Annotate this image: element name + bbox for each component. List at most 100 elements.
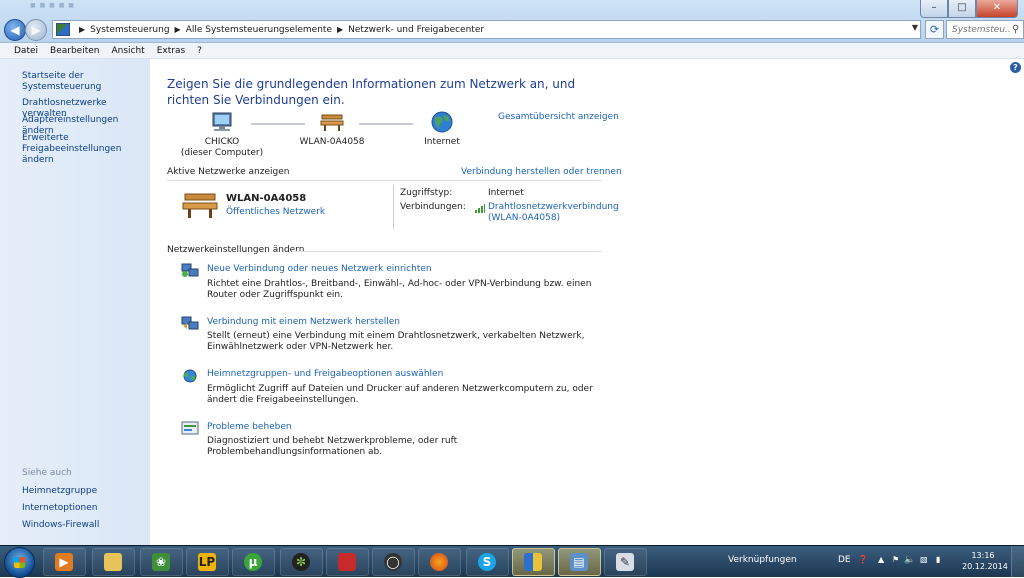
- taskbar-media-player[interactable]: ▶: [43, 548, 86, 576]
- connection-link-line2[interactable]: (WLAN-0A4058): [488, 213, 619, 224]
- globe-icon: [431, 111, 453, 133]
- ghosted-background-text: ■ ■ ■ ■ ■: [30, 2, 75, 9]
- task-new-connection-link[interactable]: Neue Verbindung oder neues Netzwerk einr…: [207, 264, 432, 275]
- volume-icon[interactable]: 🔈: [904, 555, 915, 565]
- network-node[interactable]: WLAN-0A4058: [295, 111, 369, 148]
- sidebar-item-freigabeeinstellungen[interactable]: Erweiterte Freigabeeinstellungen ändern: [22, 133, 142, 166]
- taskbar-app-swirl[interactable]: ✼: [280, 548, 323, 576]
- minimize-button[interactable]: –: [920, 0, 948, 18]
- refresh-button[interactable]: ⟳: [925, 20, 944, 39]
- full-map-link[interactable]: Gesamtübersicht anzeigen: [498, 112, 619, 123]
- flag-tray-icon[interactable]: ⚑: [892, 555, 899, 564]
- tray-expand-icon[interactable]: ▲: [878, 555, 884, 564]
- start-button[interactable]: [4, 547, 35, 578]
- taskbar-paint-tool[interactable]: ✎: [604, 548, 647, 576]
- menu-extras[interactable]: Extras: [151, 46, 191, 56]
- network-signal-icon[interactable]: ▧: [920, 555, 928, 564]
- taskbar-firefox[interactable]: [418, 548, 461, 576]
- taskbar-book[interactable]: [326, 548, 369, 576]
- task-connect-network-link[interactable]: Verbindung mit einem Netzwerk herstellen: [207, 317, 400, 328]
- task-homegroup-link[interactable]: Heimnetzgruppen- und Freigabeoptionen au…: [207, 369, 443, 380]
- taskbar-paint[interactable]: ❀: [140, 548, 183, 576]
- connect-disconnect-link[interactable]: Verbindung herstellen oder trennen: [461, 167, 622, 178]
- breadcrumb-systemsteuerung[interactable]: Systemsteuerung: [90, 25, 169, 35]
- clock-date: 20.12.2014: [962, 562, 1008, 571]
- computer-subtitle: (dieser Computer): [180, 148, 264, 158]
- windows-logo-icon: [14, 557, 25, 568]
- active-network-name: WLAN-0A4058: [226, 193, 307, 204]
- utorrent-icon: μ: [244, 553, 262, 571]
- lp-icon: LP: [198, 553, 216, 571]
- book-icon: [338, 553, 356, 571]
- back-arrow-icon: ◀: [10, 23, 20, 37]
- bench-icon: [320, 114, 344, 131]
- palette-icon: ✎: [616, 553, 634, 571]
- computer-icon: [212, 112, 232, 131]
- menu-bearbeiten[interactable]: Bearbeiten: [44, 46, 105, 56]
- taskbar-utorrent[interactable]: μ: [232, 548, 275, 576]
- back-button[interactable]: ◀: [4, 19, 26, 41]
- search-box[interactable]: ⚲: [946, 20, 1024, 39]
- language-indicator[interactable]: DE: [838, 555, 851, 565]
- chevron-down-icon[interactable]: ▼: [912, 23, 918, 32]
- computer-name: CHICKO: [204, 137, 240, 147]
- menu-help[interactable]: ?: [191, 46, 208, 56]
- show-desktop-button[interactable]: [1011, 546, 1024, 577]
- taskbar-explorer[interactable]: [92, 548, 135, 576]
- search-icon[interactable]: ⚲: [1012, 24, 1019, 35]
- connection-link-line1[interactable]: Drahtlosnetzwerkverbindung: [488, 202, 619, 213]
- connections-label: Verbindungen:: [400, 202, 466, 212]
- shield-icon: [524, 553, 542, 571]
- chevron-right-icon[interactable]: ▶: [79, 25, 85, 34]
- task-troubleshoot-link[interactable]: Probleme beheben: [207, 422, 292, 433]
- taskbar-skype[interactable]: S: [466, 548, 509, 576]
- settings-title: Netzwerkeinstellungen ändern: [167, 245, 305, 255]
- taskbar-search-app[interactable]: ◯: [372, 548, 415, 576]
- internet-node[interactable]: Internet: [412, 111, 472, 148]
- chevron-right-icon[interactable]: ▶: [337, 25, 343, 34]
- close-button[interactable]: ✕: [976, 0, 1018, 18]
- taskbar-security[interactable]: [512, 548, 555, 576]
- sidebar-item-heimnetzgruppe[interactable]: Heimnetzgruppe: [22, 486, 144, 497]
- address-bar[interactable]: ▶ Systemsteuerung ▶ Alle Systemsteuerung…: [52, 20, 921, 39]
- network-type-link[interactable]: Öffentliches Netzwerk: [226, 207, 325, 218]
- connection-link[interactable]: Drahtlosnetzwerkverbindung (WLAN-0A4058): [488, 202, 619, 224]
- breadcrumb-netzwerkcenter[interactable]: Netzwerk- und Freigabecenter: [348, 25, 484, 35]
- control-panel-icon: [56, 23, 70, 36]
- window-title-bar: ■ ■ ■ ■ ■ – □ ✕ ◀ ▶ ▶ Systemsteuerung ▶ …: [0, 0, 1024, 43]
- firefox-icon: [430, 553, 448, 571]
- section-divider: [167, 180, 602, 181]
- internet-label: Internet: [424, 137, 460, 147]
- task-homegroup-description: Ermöglicht Zugriff auf Dateien und Druck…: [207, 384, 593, 405]
- taskbar: ▶ ❀ LP μ ✼ ◯ S ▤ ✎ Verknüpfungen DE ❓ ▲ …: [0, 545, 1024, 578]
- folder-icon: [104, 553, 122, 571]
- section-divider: [292, 251, 602, 252]
- sidebar-item-firewall[interactable]: Windows-Firewall: [22, 520, 144, 531]
- magnifier-app-icon: ◯: [384, 553, 402, 571]
- taskbar-links-label[interactable]: Verknüpfungen: [728, 555, 797, 565]
- menu-datei[interactable]: Datei: [0, 46, 44, 56]
- taskbar-lp[interactable]: LP: [186, 548, 229, 576]
- battery-icon[interactable]: ▮: [936, 555, 940, 564]
- clock[interactable]: 13:16 20.12.2014: [962, 550, 1008, 572]
- network-center-icon: ▤: [570, 553, 588, 571]
- task-connect-network-description: Stellt (erneut) eine Verbindung mit eine…: [207, 331, 585, 352]
- search-input[interactable]: [947, 23, 1012, 36]
- chevron-right-icon[interactable]: ▶: [175, 25, 181, 34]
- forward-button[interactable]: ▶: [25, 19, 47, 41]
- breadcrumb-alle-elemente[interactable]: Alle Systemsteuerungselemente: [186, 25, 332, 35]
- taskbar-control-panel[interactable]: ▤: [558, 548, 601, 576]
- help-icon[interactable]: ?: [1010, 62, 1021, 73]
- page-title: Zeigen Sie die grundlegenden Information…: [167, 77, 576, 107]
- sidebar-item-startseite[interactable]: Startseite der Systemsteuerung: [22, 71, 144, 93]
- menu-ansicht[interactable]: Ansicht: [105, 46, 150, 56]
- connect-network-icon: [181, 316, 199, 330]
- swirl-app-icon: ✼: [292, 553, 310, 571]
- network-node-label: WLAN-0A4058: [299, 137, 365, 147]
- help-tray-icon[interactable]: ❓: [858, 555, 868, 564]
- computer-node[interactable]: CHICKO (dieser Computer): [179, 111, 265, 159]
- task-troubleshoot-description: Diagnostiziert und behebt Netzwerkproble…: [207, 436, 458, 457]
- maximize-button[interactable]: □: [948, 0, 976, 18]
- sidebar-item-internetoptionen[interactable]: Internetoptionen: [22, 503, 144, 514]
- homegroup-icon: [183, 369, 197, 383]
